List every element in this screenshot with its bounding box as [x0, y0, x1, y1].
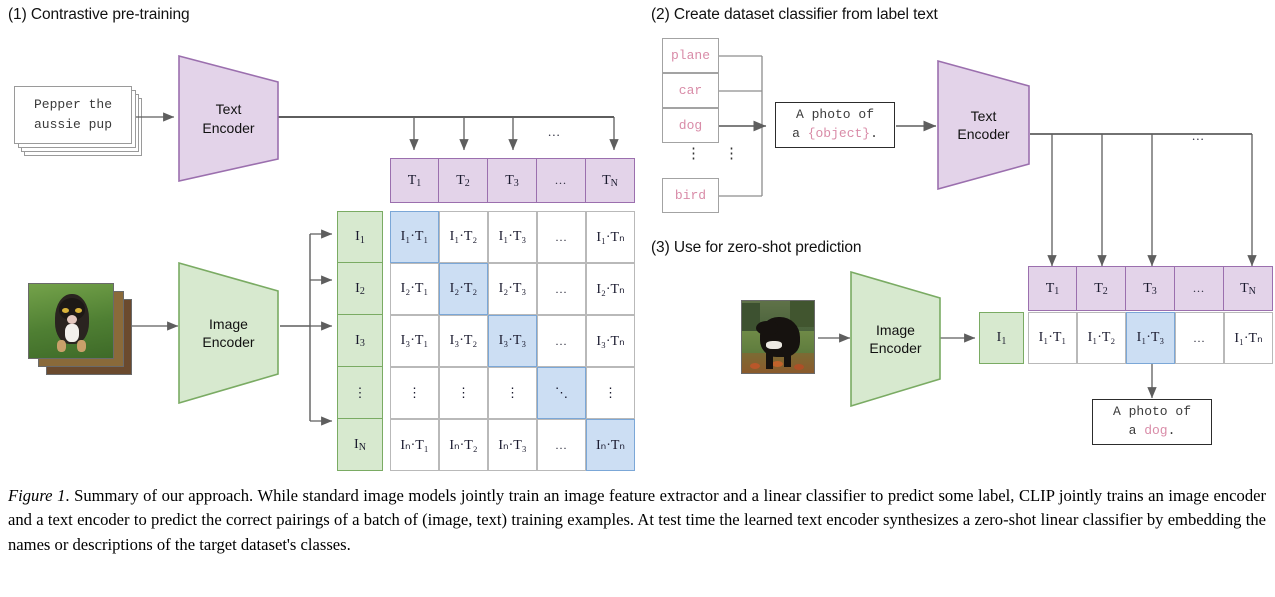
text-card-front: Pepper the aussie pup	[14, 86, 132, 144]
caption-body: . Summary of our approach. While standar…	[8, 486, 1267, 554]
trapezoid-shape	[937, 60, 1030, 190]
panel1-text-embedding-cell: ...	[537, 158, 586, 203]
prompt-line-1: A photo of	[795, 107, 874, 123]
panel3-text-embedding-cell: T2	[1077, 266, 1126, 311]
panel1-similarity-cell: Iₙ·T₂	[439, 419, 488, 471]
panel2-label-list: plane car dog bird	[662, 38, 720, 213]
panel1-image-embedding-cell: I2	[337, 263, 383, 315]
panel1-image-embedding-cell: ⋮	[337, 367, 383, 419]
result-suffix: .	[1167, 423, 1176, 438]
panel1-text-embedding-cell: T1	[390, 158, 439, 203]
panel1-image-embedding-cell: I3	[337, 315, 383, 367]
panel1-similarity-cell: ...	[537, 211, 586, 263]
panel1-similarity-matrix: I₁·T₁ I₁·T₂ I₁·T₃... I₁·Tₙ I₂·T₁ I₂·T₂ I₂·T₃..…	[390, 211, 635, 471]
panel1-text-embedding-cell: TN	[586, 158, 635, 203]
panel1-similarity-cell: I₃·T₃	[488, 315, 537, 367]
panel1-similarity-cell: ...	[537, 419, 586, 471]
panel2-class-label-plane[interactable]: plane	[662, 38, 719, 73]
panel1-similarity-cell: ⋮	[439, 367, 488, 419]
panel1-similarity-cell: Iₙ·Tₙ	[586, 419, 635, 471]
panel1-similarity-cell: Iₙ·T₁	[390, 419, 439, 471]
panel1-similarity-cell: I₂·Tₙ	[586, 263, 635, 315]
panel2-bus-ellipsis-dots: ...	[1192, 128, 1205, 143]
panel2-label-ellipsis: ⋮	[686, 146, 701, 162]
panel3-title: (3) Use for zero-shot prediction	[651, 239, 862, 256]
panel1-title: (1) Contrastive pre-training	[8, 6, 190, 23]
panel1-image-embedding-cell: I1	[337, 211, 383, 263]
panel2-text-encoder: Text Encoder	[937, 60, 1030, 190]
panel1-similarity-cell: I₁·Tₙ	[586, 211, 635, 263]
panel2-class-label-car[interactable]: car	[662, 73, 719, 108]
panel3-result-box: A photo of a dog.	[1092, 399, 1212, 445]
caption-figure-number: Figure 1	[8, 486, 66, 505]
panel3-score-cell: ...	[1175, 312, 1224, 364]
panel3-text-embedding-cell: TN	[1224, 266, 1273, 311]
panel1-similarity-cell: ...	[537, 263, 586, 315]
panel3-image-encoder: Image Encoder	[850, 271, 941, 407]
panel2-title: (2) Create dataset classifier from label…	[651, 6, 938, 23]
panel1-similarity-cell: I₁·T₁	[390, 211, 439, 263]
panel1-similarity-cell: I₃·Tₙ	[586, 315, 635, 367]
panel3-score-cell: I₁·T₂	[1077, 312, 1126, 364]
panel3-score-cell: I₁·T₃	[1126, 312, 1175, 364]
result-line-2: a dog.	[1129, 422, 1176, 441]
trapezoid-shape	[178, 262, 279, 404]
prompt-object-slot: {object}	[807, 126, 871, 141]
panel1-similarity-cell: ⋮	[390, 367, 439, 419]
panel1-similarity-cell: I₃·T₁	[390, 315, 439, 367]
result-prefix: a	[1128, 423, 1145, 438]
panel1-text-encoder: Text Encoder	[178, 55, 279, 182]
panel2-prompt-template-box: A photo of a {object}.	[775, 102, 895, 148]
panel1-bus-ellipsis: ...	[548, 124, 561, 139]
panel1-similarity-cell: ⋱	[537, 367, 586, 419]
panel1-text-embedding-cell: T3	[488, 158, 537, 203]
image-stack-front-dog-photo	[28, 283, 114, 359]
prompt-prefix: a	[792, 126, 808, 141]
panel3-score-row: I₁·T₁ I₁·T₂ I₁·T₃... I₁·Tₙ	[1028, 312, 1273, 364]
panel1-image-embedding-column: I 1 I 2 I 3 ⋮ I N	[337, 211, 383, 471]
panel1-similarity-cell: ⋮	[586, 367, 635, 419]
panel1-similarity-cell: I₃·T₂	[439, 315, 488, 367]
result-line-1: A photo of	[1112, 404, 1191, 420]
panel2-bus-ellipsis: ⋮	[724, 146, 739, 162]
figure-caption: Figure 1. Summary of our approach. While…	[8, 484, 1266, 557]
panel1-text-embedding-row: T 1 T 2 T 3... T N	[390, 158, 635, 203]
prompt-line-2: a {object}.	[792, 125, 878, 144]
panel3-score-cell: I₁·T₁	[1028, 312, 1077, 364]
panel3-test-photo	[741, 300, 815, 374]
panel1-similarity-cell: Iₙ·T₃	[488, 419, 537, 471]
panel1-similarity-cell: I₁·T₂	[439, 211, 488, 263]
image-card-stack	[28, 283, 138, 375]
trapezoid-shape	[178, 55, 279, 182]
panel1-similarity-cell: I₂·T₁	[390, 263, 439, 315]
panel3-image-feature-box: I1	[979, 312, 1024, 364]
panel1-text-embedding-cell: T2	[439, 158, 488, 203]
panel1-image-embedding-cell: IN	[337, 419, 383, 471]
panel2-class-label-bird[interactable]: bird	[662, 178, 719, 213]
panel3-text-embedding-cell: ...	[1175, 266, 1224, 311]
panel1-similarity-cell: I₂·T₂	[439, 263, 488, 315]
panel3-text-embedding-cell: T3	[1126, 266, 1175, 311]
panel3-text-embedding-cell: T1	[1028, 266, 1077, 311]
panel2-class-label-dog[interactable]: dog	[662, 108, 719, 143]
result-class-name: dog	[1144, 423, 1168, 438]
panel1-image-encoder: Image Encoder	[178, 262, 279, 404]
panel1-similarity-cell: I₁·T₃	[488, 211, 537, 263]
text-card-stack: Pepper the aussie pup	[14, 86, 144, 158]
panel1-similarity-cell: I₂·T₃	[488, 263, 537, 315]
trapezoid-shape	[850, 271, 941, 407]
prompt-suffix: .	[870, 126, 878, 141]
panel1-similarity-cell: ⋮	[488, 367, 537, 419]
panel3-score-cell: I₁·Tₙ	[1224, 312, 1273, 364]
panel1-similarity-cell: ...	[537, 315, 586, 367]
panel3-text-embedding-row: T 1 T 2 T 3... T N	[1028, 266, 1273, 311]
